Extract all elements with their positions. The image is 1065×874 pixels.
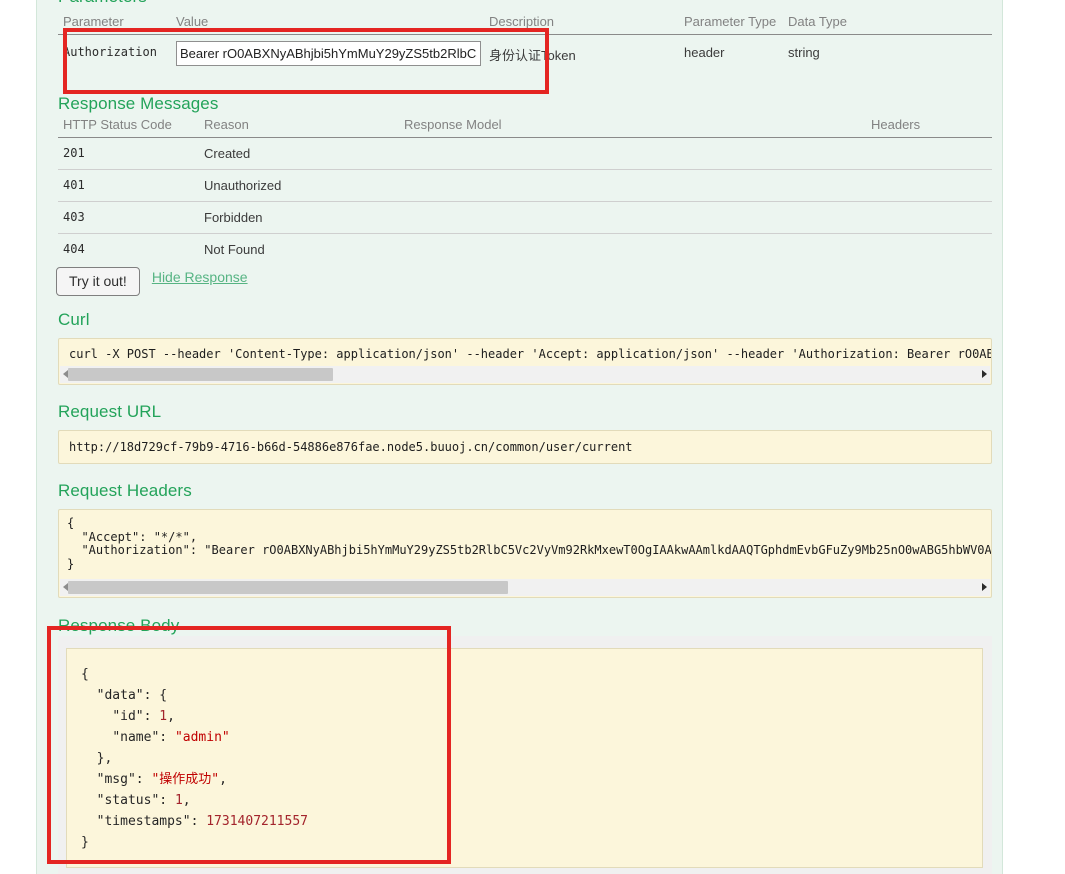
response-model-cell: [399, 138, 866, 170]
response-body-container: { "data": { "id": 1, "name": "admin" }, …: [58, 636, 992, 874]
response-messages-heading: Response Messages: [58, 94, 992, 114]
request-url-value: http://18d729cf-79b9-4716-b66d-54886e876…: [69, 440, 985, 454]
scroll-right-icon[interactable]: [982, 583, 987, 591]
col-parameter-type: Parameter Type: [679, 13, 783, 35]
scrollbar-thumb[interactable]: [68, 368, 333, 381]
response-messages-table: HTTP Status Code Reason Response Model H…: [58, 116, 992, 265]
table-row: 201 Created: [58, 138, 992, 170]
col-reason: Reason: [199, 116, 399, 138]
col-value: Value: [171, 13, 484, 35]
request-headers-horizontal-scrollbar[interactable]: [60, 579, 990, 596]
response-model-cell: [399, 234, 866, 266]
status-reason: Not Found: [199, 234, 399, 266]
col-description: Description: [484, 13, 679, 35]
curl-horizontal-scrollbar[interactable]: [60, 366, 990, 383]
status-code: 401: [58, 170, 199, 202]
col-headers: Headers: [866, 116, 992, 138]
swagger-operation-panel: Parameters Parameter Value Description P…: [36, 0, 1003, 874]
table-row: 404 Not Found: [58, 234, 992, 266]
table-row: 403 Forbidden: [58, 202, 992, 234]
status-code: 403: [58, 202, 199, 234]
parameter-data-type: string: [783, 35, 992, 85]
headers-cell: [866, 234, 992, 266]
status-reason: Forbidden: [199, 202, 399, 234]
request-headers-heading: Request Headers: [58, 481, 992, 501]
response-body-heading: Response Body: [58, 616, 992, 636]
status-reason: Unauthorized: [199, 170, 399, 202]
request-url-heading: Request URL: [58, 402, 992, 422]
request-headers-json: { "Accept": "*/*", "Authorization": "Bea…: [59, 510, 991, 579]
parameter-type-value: header: [679, 35, 783, 85]
parameter-name: Authorization: [58, 35, 171, 85]
headers-cell: [866, 138, 992, 170]
response-model-cell: [399, 170, 866, 202]
col-http-status-code: HTTP Status Code: [58, 116, 199, 138]
curl-box: curl -X POST --header 'Content-Type: app…: [58, 338, 992, 385]
col-parameter: Parameter: [58, 13, 171, 35]
col-response-model: Response Model: [399, 116, 866, 138]
request-headers-box: { "Accept": "*/*", "Authorization": "Bea…: [58, 509, 992, 598]
request-url-box: http://18d729cf-79b9-4716-b66d-54886e876…: [58, 430, 992, 464]
actions-row: Try it out! Hide Response: [58, 267, 992, 296]
headers-cell: [866, 202, 992, 234]
headers-cell: [866, 170, 992, 202]
col-data-type: Data Type: [783, 13, 992, 35]
response-body-code: { "data": { "id": 1, "name": "admin" }, …: [66, 648, 983, 868]
status-code: 404: [58, 234, 199, 266]
parameters-heading: Parameters: [58, 0, 992, 7]
scroll-right-icon[interactable]: [982, 370, 987, 378]
status-reason: Created: [199, 138, 399, 170]
curl-command: curl -X POST --header 'Content-Type: app…: [59, 339, 991, 366]
parameters-table: Parameter Value Description Parameter Ty…: [58, 13, 992, 84]
parameter-row-authorization: Authorization 身份认证Token header string: [58, 35, 992, 85]
hide-response-link[interactable]: Hide Response: [152, 269, 248, 285]
authorization-value-input[interactable]: [176, 41, 481, 66]
curl-heading: Curl: [58, 310, 992, 330]
table-row: 401 Unauthorized: [58, 170, 992, 202]
parameter-description: 身份认证Token: [484, 35, 679, 85]
response-model-cell: [399, 202, 866, 234]
status-code: 201: [58, 138, 199, 170]
try-it-out-button[interactable]: Try it out!: [56, 267, 140, 296]
scrollbar-thumb[interactable]: [68, 581, 508, 594]
